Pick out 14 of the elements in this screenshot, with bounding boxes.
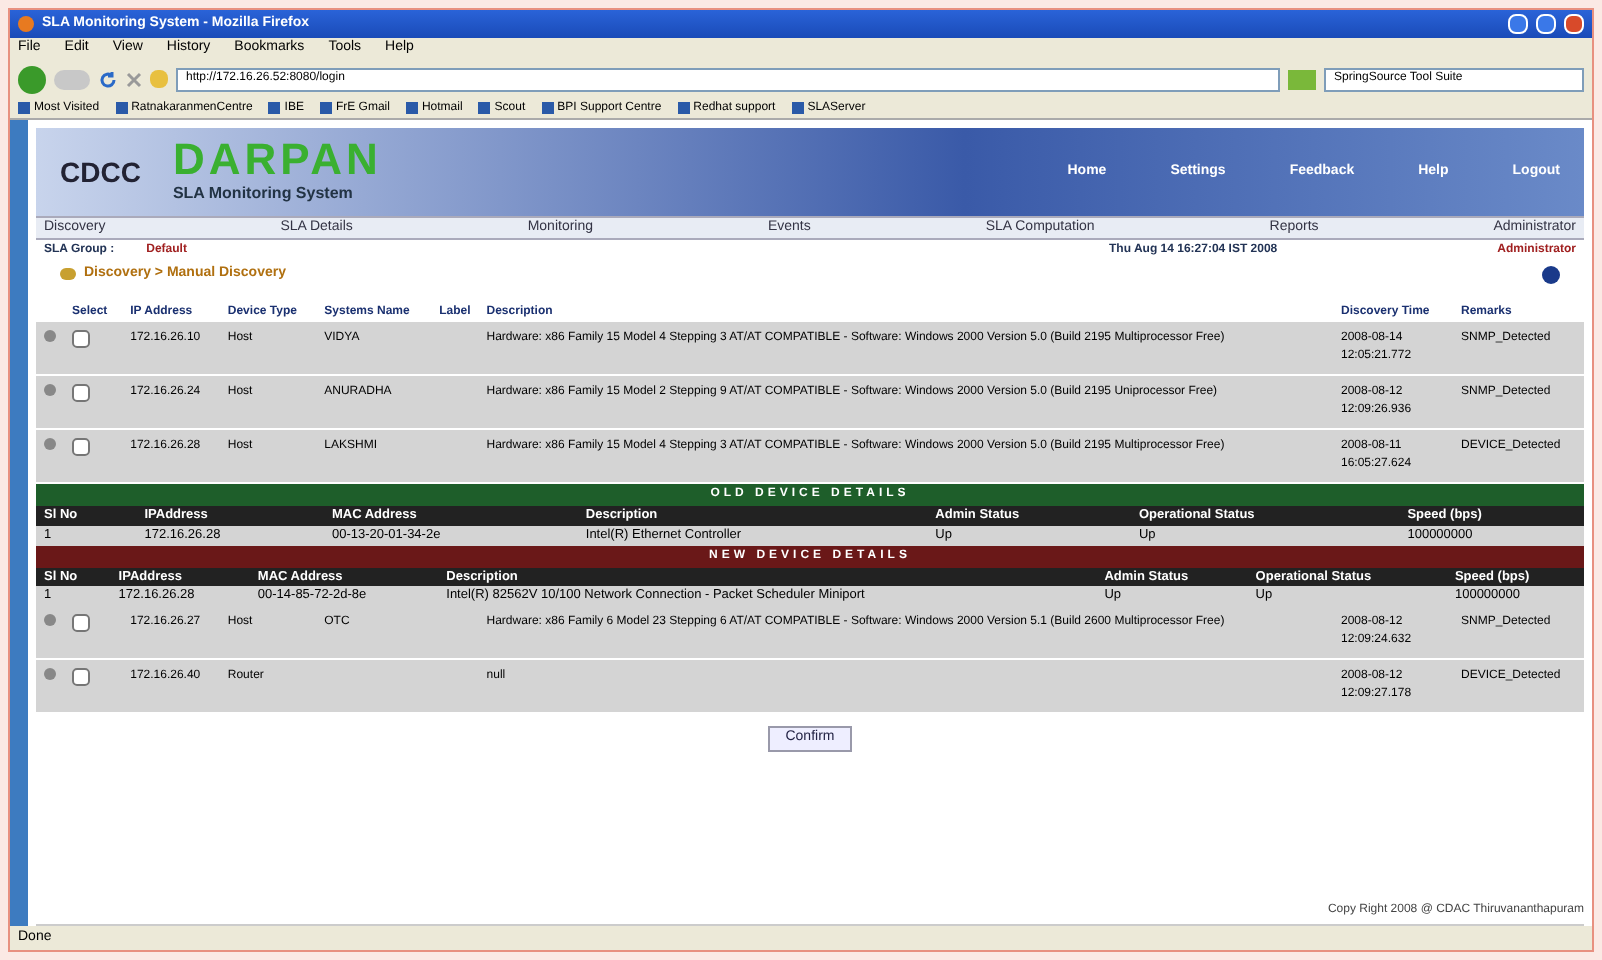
- select-checkbox[interactable]: [72, 330, 90, 348]
- minimize-button[interactable]: [1508, 14, 1528, 34]
- select-checkbox[interactable]: [72, 384, 90, 402]
- reload-icon[interactable]: [98, 69, 118, 89]
- select-checkbox[interactable]: [72, 438, 90, 456]
- maximize-button[interactable]: [1536, 14, 1556, 34]
- select-checkbox[interactable]: [72, 614, 90, 632]
- select-checkbox[interactable]: [72, 668, 90, 686]
- back-button[interactable]: [18, 65, 46, 93]
- stop-icon[interactable]: [126, 71, 142, 87]
- logo: CDCC: [60, 158, 141, 186]
- app-title: DARPAN: [172, 138, 382, 182]
- close-button[interactable]: [1564, 14, 1584, 34]
- app-subtitle: SLA Monitoring System: [172, 182, 355, 206]
